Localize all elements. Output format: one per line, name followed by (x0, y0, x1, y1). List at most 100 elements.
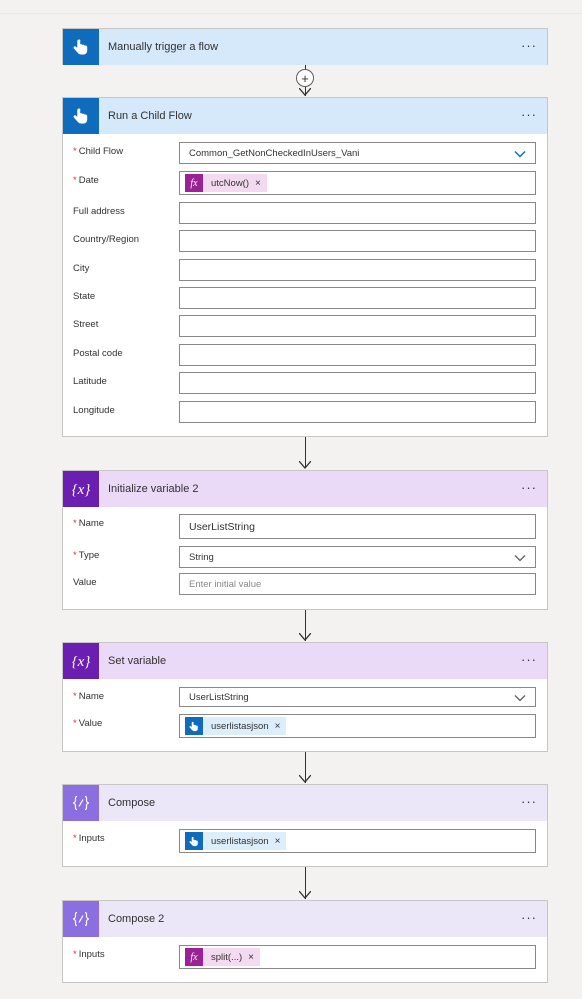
touch-hand-icon (63, 98, 99, 134)
field-label: * Date (73, 175, 99, 186)
variable-value-input[interactable]: Enter initial value (179, 573, 536, 595)
compose-2-title: Compose 2 (108, 913, 165, 925)
set-variable-more-button[interactable]: ··· (521, 653, 537, 667)
value-placeholder: Enter initial value (189, 578, 262, 590)
latitude-row: Latitude (63, 372, 547, 396)
remove-token-icon[interactable]: × (248, 952, 254, 963)
chevron-down-icon (514, 150, 526, 158)
touch-hand-icon (185, 717, 203, 735)
field-label: * Value (73, 718, 103, 729)
postal-code-input[interactable] (179, 344, 536, 366)
remove-token-icon[interactable]: × (275, 836, 281, 847)
field-label: State (73, 291, 96, 302)
field-label: City (73, 263, 90, 274)
compose-2-header[interactable]: Compose 2 ··· (63, 901, 547, 937)
compose-icon (63, 901, 99, 937)
trigger-card[interactable]: Manually trigger a flow ··· (62, 28, 548, 65)
compose-header[interactable]: Compose ··· (63, 785, 547, 821)
state-row: State (63, 287, 547, 311)
longitude-input[interactable] (179, 401, 536, 423)
country-region-row: Country/Region (63, 230, 547, 254)
child-flow-row: * Child Flow Common_GetNonCheckedInUsers_… (63, 142, 547, 166)
initialize-variable-title: Initialize variable 2 (108, 483, 199, 495)
initialize-variable-more-button[interactable]: ··· (521, 481, 537, 495)
touch-hand-icon (63, 29, 99, 65)
date-input[interactable]: fx utcNow() × (179, 171, 536, 195)
arrow-down-icon (299, 775, 311, 783)
state-input[interactable] (179, 287, 536, 309)
child-flow-more-button[interactable]: ··· (521, 108, 537, 122)
trigger-more-button[interactable]: ··· (521, 39, 537, 53)
compose-inputs-field[interactable]: userlistasjson × (179, 829, 536, 853)
country-region-input[interactable] (179, 230, 536, 252)
field-label: * Type (73, 550, 100, 561)
inputs-row: * Inputs userlistasjson × (63, 829, 547, 853)
set-variable-title: Set variable (108, 655, 167, 667)
city-input[interactable] (179, 259, 536, 281)
child-flow-card[interactable]: Run a Child Flow ··· * Child Flow Common_… (62, 97, 548, 437)
compose-card[interactable]: Compose ··· * Inputs userlistasjson × (62, 784, 548, 867)
touch-hand-icon (185, 832, 203, 850)
chevron-down-icon (514, 695, 526, 702)
field-label: Value (73, 577, 97, 588)
type-row: * Type String (63, 546, 547, 570)
add-step-button[interactable]: + (296, 69, 314, 87)
variable-braces-icon: {x} (63, 471, 99, 507)
field-label: Latitude (73, 376, 107, 387)
variable-braces-icon: {x} (63, 643, 99, 679)
child-flow-dropdown[interactable]: Common_GetNonCheckedInUsers_Vani (179, 142, 536, 164)
svg-text:{x}: {x} (72, 482, 91, 498)
trigger-title: Manually trigger a flow (108, 41, 219, 53)
field-label: Full address (73, 206, 125, 217)
variable-name-input[interactable]: UserListString (179, 514, 536, 539)
full-address-input[interactable] (179, 202, 536, 224)
compose-2-card[interactable]: Compose 2 ··· * Inputs fx split(...) × (62, 900, 548, 983)
date-row: * Date fx utcNow() × (63, 171, 547, 195)
name-row: * Name UserListString (63, 514, 547, 539)
compose-title: Compose (108, 797, 156, 809)
dynamic-content-token[interactable]: userlistasjson × (185, 832, 287, 850)
trigger-header[interactable]: Manually trigger a flow ··· (63, 29, 547, 65)
field-label: Postal code (73, 348, 123, 359)
child-flow-header[interactable]: Run a Child Flow ··· (63, 98, 547, 134)
latitude-input[interactable] (179, 372, 536, 394)
compose-more-button[interactable]: ··· (521, 795, 537, 809)
street-input[interactable] (179, 315, 536, 337)
arrow-down-icon (299, 461, 311, 469)
field-label: Country/Region (73, 234, 140, 245)
dynamic-content-token[interactable]: userlistasjson × (185, 717, 287, 735)
initialize-variable-card[interactable]: {x} Initialize variable 2 ··· * Name User… (62, 470, 548, 610)
svg-text:{x}: {x} (72, 654, 91, 670)
full-address-row: Full address (63, 202, 547, 226)
set-variable-value-input[interactable]: userlistasjson × (179, 714, 536, 738)
field-label: Street (73, 319, 99, 330)
field-label: * Name (73, 691, 105, 702)
field-label: * Inputs (73, 949, 105, 960)
remove-token-icon[interactable]: × (275, 721, 281, 732)
fx-icon: fx (185, 948, 203, 966)
variable-type-dropdown[interactable]: String (179, 546, 536, 568)
child-flow-value: Common_GetNonCheckedInUsers_Vani (189, 147, 360, 159)
variable-type-value: String (189, 551, 214, 563)
initialize-variable-header[interactable]: {x} Initialize variable 2 ··· (63, 471, 547, 507)
expression-token[interactable]: fx split(...) × (185, 948, 260, 966)
set-variable-header[interactable]: {x} Set variable ··· (63, 643, 547, 679)
set-variable-card[interactable]: {x} Set variable ··· * Name UserListStrin… (62, 642, 548, 752)
child-flow-title: Run a Child Flow (108, 110, 192, 122)
postal-code-row: Postal code (63, 344, 547, 368)
compose-2-inputs-field[interactable]: fx split(...) × (179, 945, 536, 969)
fx-icon: fx (185, 174, 203, 192)
field-label: * Inputs (73, 833, 105, 844)
top-bar (0, 0, 582, 14)
city-row: City (63, 259, 547, 283)
value-row: * Value userlistasjson × (63, 714, 547, 738)
arrow-down-icon (299, 633, 311, 641)
compose-2-more-button[interactable]: ··· (521, 911, 537, 925)
expression-token[interactable]: fx utcNow() × (185, 174, 267, 192)
field-label: * Child Flow (73, 146, 124, 157)
set-variable-name-value: UserListString (189, 691, 249, 703)
set-variable-name-dropdown[interactable]: UserListString (179, 687, 536, 707)
longitude-row: Longitude (63, 401, 547, 425)
remove-token-icon[interactable]: × (255, 178, 261, 189)
chevron-down-icon (514, 555, 526, 562)
